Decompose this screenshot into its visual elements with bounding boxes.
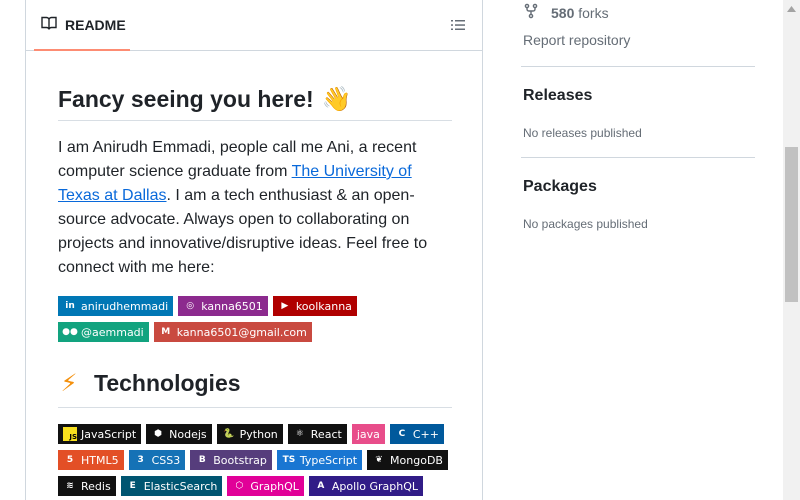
badge-logo-icon: ●●	[62, 327, 78, 337]
badge-label: ElasticSearch	[143, 479, 218, 493]
report-repository-link[interactable]: Report repository	[523, 32, 630, 48]
tech-badge-typescript[interactable]: TS TypeScript	[276, 450, 363, 470]
scrollbar-thumb[interactable]	[785, 147, 798, 302]
readme-tab-label: README	[65, 17, 126, 33]
social-badge-linkedin[interactable]: in anirudhemmadi	[58, 296, 174, 316]
tech-badge-javascript[interactable]: JS JavaScript	[58, 424, 142, 444]
forks-label: forks	[578, 4, 609, 21]
readme-content: Fancy seeing you here! 👋 I am Anirudh Em…	[58, 86, 452, 496]
social-badges: in anirudhemmadi ◎ kanna6501 ▶ koolkanna ●● @ae…	[58, 296, 358, 342]
badge-logo-icon: 5	[66, 455, 74, 465]
social-badge-medium[interactable]: ●● @aemmadi	[58, 322, 149, 342]
readme-card: README Fancy seeing you here! 👋 I am Ani…	[25, 0, 483, 500]
divider	[521, 157, 755, 158]
badge-logo-icon: ❦	[375, 455, 383, 465]
technology-badges: JS JavaScript ⬢ Nodejs 🐍 Python ⚛ React java C C++…	[58, 424, 452, 496]
scroll-up-arrow-icon[interactable]	[783, 0, 800, 17]
vertical-scrollbar[interactable]	[783, 0, 800, 500]
book-icon	[41, 15, 57, 36]
badge-label: Apollo GraphQL	[331, 479, 419, 493]
forks-count: 580	[551, 4, 575, 21]
badge-label: koolkanna	[295, 299, 352, 313]
badge-label: TypeScript	[299, 453, 358, 467]
releases-heading[interactable]: Releases	[523, 87, 592, 105]
badge-label: @aemmadi	[81, 325, 144, 339]
badge-logo-icon: ◎	[186, 301, 195, 311]
readme-header: README	[26, 1, 482, 51]
badge-label: MongoDB	[390, 453, 443, 467]
badge-label: kanna6501	[201, 299, 263, 313]
tech-badge-python[interactable]: 🐍 Python	[216, 424, 283, 444]
badge-logo-icon: A	[317, 481, 325, 491]
tech-badge-redis[interactable]: ≋ Redis	[58, 476, 116, 496]
tech-badge-bootstrap[interactable]: B Bootstrap	[190, 450, 272, 470]
social-badge-gmail[interactable]: Mkanna6501@gmail.com	[153, 322, 312, 342]
badge-logo-icon: ⚛	[295, 429, 304, 439]
badge-label: Redis	[81, 479, 111, 493]
badge-logo-icon: B	[198, 455, 206, 465]
badge-logo-icon: E	[129, 481, 136, 491]
technologies-heading-text: Technologies	[94, 370, 241, 396]
badge-label: GraphQL	[250, 479, 299, 493]
tech-badge-html5[interactable]: 5 HTML5	[58, 450, 124, 470]
badge-logo-icon: TS	[282, 455, 296, 465]
badge-logo-icon: M	[161, 327, 171, 337]
readme-title: Fancy seeing you here! 👋	[58, 86, 452, 121]
waving-hand-icon: 👋	[321, 85, 352, 113]
badge-logo-icon: JS	[63, 427, 77, 441]
tech-badge-c-[interactable]: C C++	[389, 424, 444, 444]
divider	[521, 66, 755, 67]
badge-logo-icon: ⬢	[154, 429, 163, 439]
table-of-contents-icon[interactable]	[450, 17, 468, 35]
readme-title-text: Fancy seeing you here!	[58, 85, 314, 112]
packages-text: No packages published	[523, 217, 648, 231]
badge-label: CSS3	[151, 453, 181, 467]
badge-logo-icon: ⬡	[235, 481, 244, 491]
tech-badge-java[interactable]: java	[351, 424, 385, 444]
badge-label: C++	[412, 427, 439, 441]
tech-badge-nodejs[interactable]: ⬢ Nodejs	[146, 424, 212, 444]
badge-label: HTML5	[81, 453, 119, 467]
badge-label: kanna6501@gmail.com	[176, 325, 307, 339]
badge-logo-icon: 3	[137, 455, 144, 465]
badge-label: Bootstrap	[213, 453, 267, 467]
badge-label: anirudhemmadi	[81, 299, 169, 313]
packages-heading[interactable]: Packages	[523, 178, 597, 196]
releases-text: No releases published	[523, 126, 642, 140]
badge-label: JavaScript	[81, 427, 137, 441]
badge-logo-icon: ▶	[281, 301, 289, 311]
forks-link[interactable]: 580 forks	[523, 3, 609, 22]
badge-label: Nodejs	[169, 427, 207, 441]
badge-label: React	[310, 427, 342, 441]
bio-paragraph: I am Anirudh Emmadi, people call me Ani,…	[58, 136, 438, 280]
readme-tab[interactable]: README	[34, 1, 130, 51]
social-badge-youtube[interactable]: ▶ koolkanna	[272, 296, 357, 316]
badge-logo-icon: 🐍	[223, 429, 235, 439]
tech-badge-css3[interactable]: 3 CSS3	[128, 450, 186, 470]
tech-badge-mongodb[interactable]: ❦ MongoDB	[367, 450, 448, 470]
fork-icon	[523, 3, 539, 22]
technologies-heading: ⚡ Technologies	[58, 368, 452, 408]
lightning-icon: ⚡	[60, 370, 78, 397]
social-badge-instagram[interactable]: ◎ kanna6501	[178, 296, 268, 316]
badge-logo-icon: C	[398, 429, 406, 439]
tech-badge-react[interactable]: ⚛ React	[287, 424, 347, 444]
tech-badge-elasticsearch[interactable]: E ElasticSearch	[120, 476, 223, 496]
badge-logo-icon: in	[65, 301, 75, 311]
badge-logo-icon: ≋	[66, 481, 74, 491]
tech-badge-apollo-graphql[interactable]: A Apollo GraphQL	[308, 476, 424, 496]
tech-badge-graphql[interactable]: ⬡ GraphQL	[227, 476, 304, 496]
badge-label: java	[356, 427, 380, 441]
badge-label: Python	[239, 427, 278, 441]
